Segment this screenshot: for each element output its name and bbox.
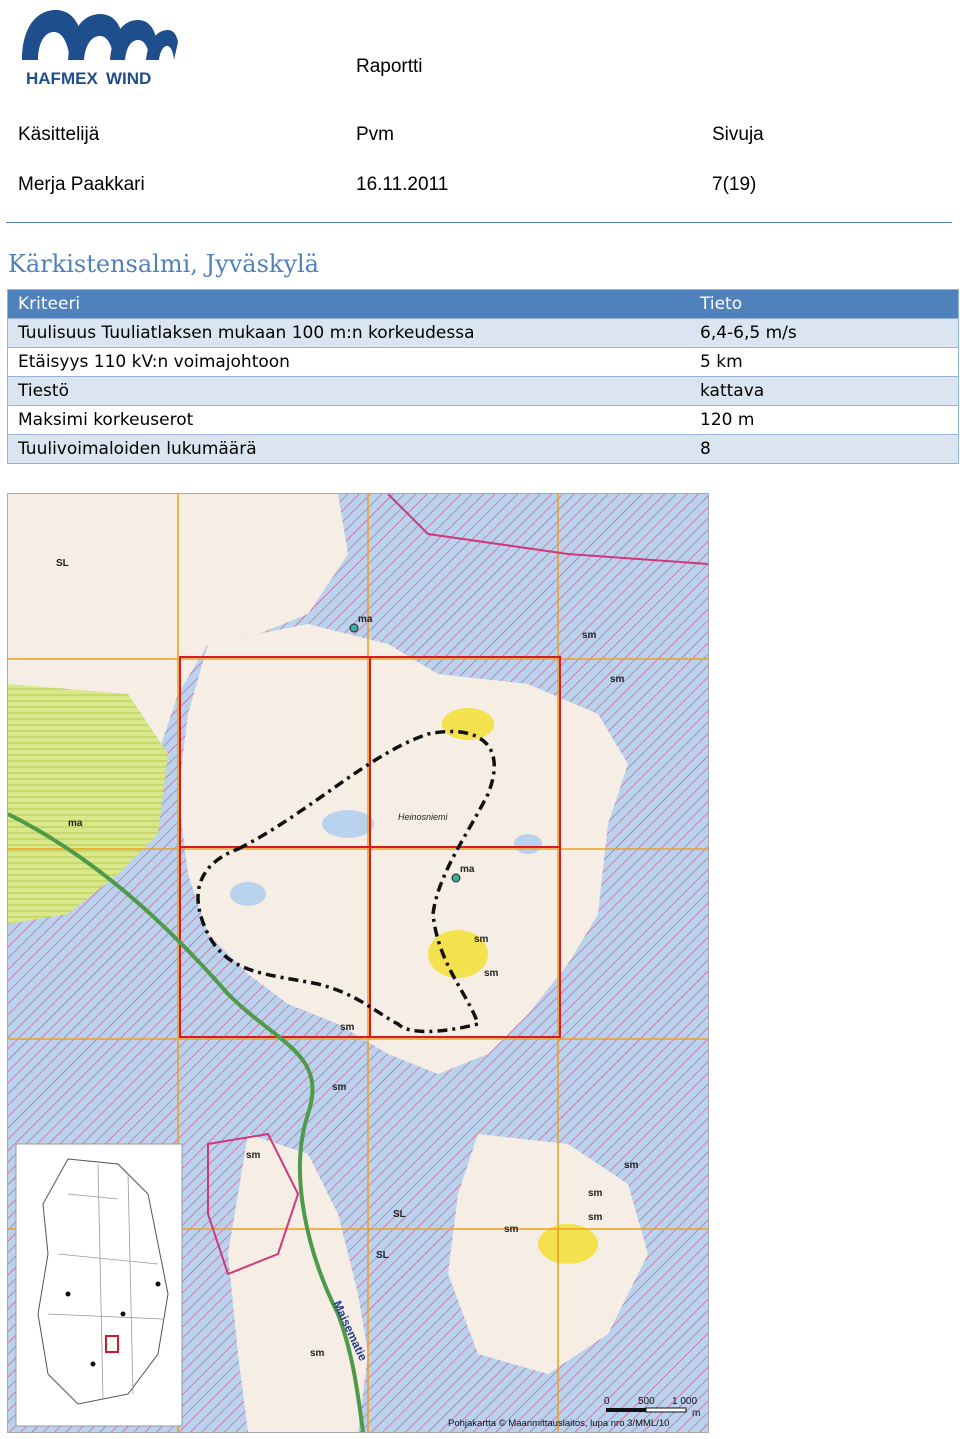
- table-header-row: Kriteeri Tieto: [7, 289, 959, 319]
- handler-value: Merja Paakkari: [18, 174, 145, 195]
- site-map: Heinosniemi Maisematie SL SL SL ma ma ma…: [7, 493, 709, 1433]
- column-header-info: Tieto: [690, 289, 959, 319]
- svg-text:HAFMEX: HAFMEX: [26, 69, 98, 88]
- topographic-map: Heinosniemi Maisematie SL SL SL ma ma ma…: [7, 493, 709, 1433]
- map-label: ma: [460, 864, 475, 875]
- row-label: Tuulivoimaloiden lukumäärä: [7, 434, 690, 464]
- column-header-criterion: Kriteeri: [7, 289, 690, 319]
- pages-value: 7(19): [712, 174, 757, 195]
- table-row: Etäisyys 110 kV:n voimajohtoon 5 km: [7, 347, 959, 377]
- map-label: SL: [376, 1250, 389, 1261]
- scale-unit: m: [692, 1408, 700, 1419]
- lake: [514, 834, 542, 854]
- table-row: Tuulivoimaloiden lukumäärä 8: [7, 434, 959, 464]
- logo-wave-icon: HAFMEX WIND: [22, 10, 178, 88]
- table-row: Maksimi korkeuserot 120 m: [7, 405, 959, 435]
- lake: [230, 882, 266, 906]
- criteria-table: Kriteeri Tieto Tuulisuus Tuuliatlaksen m…: [7, 289, 959, 464]
- row-value: 6,4-6,5 m/s: [690, 318, 959, 348]
- map-label: sm: [246, 1150, 261, 1161]
- row-label: Maksimi korkeuserot: [7, 405, 690, 435]
- row-value: kattava: [690, 376, 959, 406]
- settlement-area: [442, 708, 494, 740]
- hafmexwind-logo: HAFMEX WIND: [18, 8, 178, 90]
- map-label: sm: [588, 1212, 603, 1223]
- overview-inset: [15, 1143, 183, 1427]
- map-label: sm: [588, 1188, 603, 1199]
- map-label: sm: [504, 1224, 519, 1235]
- row-value: 5 km: [690, 347, 959, 377]
- settlement-area: [538, 1224, 598, 1264]
- doc-type: Raportti: [356, 56, 423, 77]
- map-label: sm: [310, 1348, 325, 1359]
- table-row: Tiestö kattava: [7, 376, 959, 406]
- map-label: sm: [610, 674, 625, 685]
- svg-text:WIND: WIND: [106, 69, 151, 88]
- map-label: sm: [332, 1082, 347, 1093]
- map-label: SL: [56, 558, 69, 569]
- tower-marker-icon: [451, 873, 461, 883]
- site-title: Kärkistensalmi, Jyväskylä: [8, 250, 319, 278]
- map-label: sm: [582, 630, 597, 641]
- row-label: Tuulisuus Tuuliatlaksen mukaan 100 m:n k…: [7, 318, 690, 348]
- map-label: Heinosniemi: [398, 812, 449, 822]
- header-divider: [6, 222, 952, 223]
- row-label: Etäisyys 110 kV:n voimajohtoon: [7, 347, 690, 377]
- row-label: Tiestö: [7, 376, 690, 406]
- map-label: sm: [340, 1022, 355, 1033]
- pages-label: Sivuja: [712, 124, 764, 145]
- map-label: sm: [474, 934, 489, 945]
- scale-tick: 0: [604, 1396, 610, 1407]
- map-label: sm: [484, 968, 499, 979]
- handler-label: Käsittelijä: [18, 124, 100, 145]
- scale-tick: 500: [638, 1396, 655, 1407]
- map-label: ma: [68, 818, 83, 829]
- row-value: 120 m: [690, 405, 959, 435]
- date-label: Pvm: [356, 124, 394, 145]
- map-label: sm: [624, 1160, 639, 1171]
- map-label: SL: [393, 1209, 406, 1220]
- lake: [322, 810, 374, 838]
- scale-tick: 1 000: [672, 1396, 697, 1407]
- tower-marker-icon: [349, 623, 359, 633]
- map-label: ma: [358, 614, 373, 625]
- map-credit: Pohjakartta © Maanmittauslaitos, lupa nr…: [448, 1418, 669, 1429]
- table-row: Tuulisuus Tuuliatlaksen mukaan 100 m:n k…: [7, 318, 959, 348]
- date-value: 16.11.2011: [356, 174, 449, 195]
- row-value: 8: [690, 434, 959, 464]
